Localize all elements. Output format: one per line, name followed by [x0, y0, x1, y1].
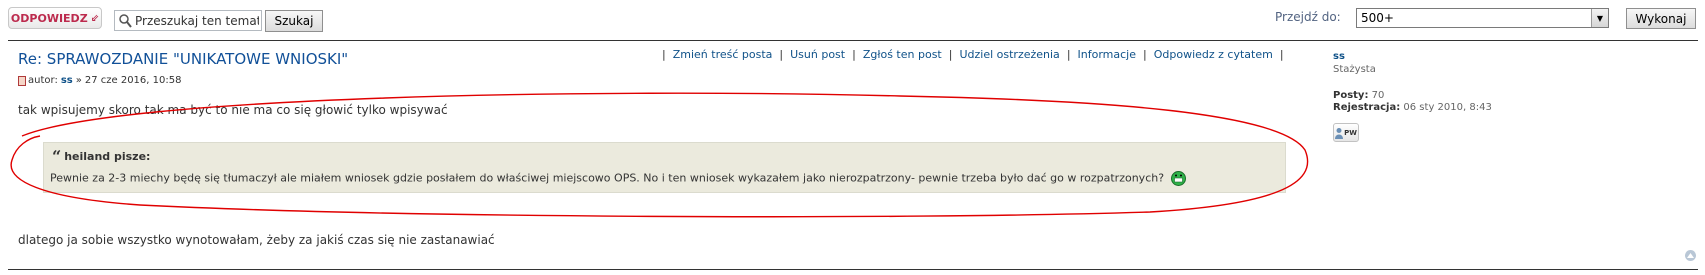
- post-body-text-2: dlatego ja sobie wszystko wynotowałam, ż…: [18, 233, 495, 247]
- quote-block: “ heiland pisze: Pewnie za 2-3 miechy bę…: [43, 142, 1286, 193]
- post-title[interactable]: Re: SPRAWOZDANIE "UNIKATOWE WNIOSKI": [18, 50, 348, 68]
- search-input[interactable]: [133, 13, 261, 28]
- pm-button[interactable]: PW: [1333, 123, 1359, 142]
- quote-reply-link[interactable]: Odpowiedz z cytatem: [1154, 48, 1273, 61]
- report-post-link[interactable]: Zgłoś ten post: [863, 48, 942, 61]
- warn-user-link[interactable]: Udziel ostrzeżenia: [959, 48, 1059, 61]
- top-icon[interactable]: [1685, 250, 1696, 261]
- profile-rank: Stażysta: [1333, 64, 1376, 75]
- jump-label: Przejdź do:: [1275, 10, 1341, 24]
- post-actions: | Zmień treść posta | Usuń post | Zgłoś …: [662, 48, 1284, 61]
- posts-value: 70: [1371, 90, 1385, 101]
- post-meta: autor: ss » 27 cze 2016, 10:58: [18, 75, 181, 86]
- smiley-icon: [1170, 171, 1186, 186]
- divider-top: [8, 40, 1698, 41]
- info-link[interactable]: Informacje: [1078, 48, 1136, 61]
- reply-arrow-icon: ⇙: [90, 12, 100, 24]
- quote-mark-icon: “: [52, 146, 62, 166]
- quote-author: heiland pisze:: [64, 150, 151, 163]
- author-link[interactable]: ss: [61, 75, 73, 86]
- meta-prefix: autor:: [28, 75, 58, 86]
- jump-selected-value: 500+: [1361, 11, 1394, 25]
- delete-post-link[interactable]: Usuń post: [790, 48, 845, 61]
- search-button[interactable]: Szukaj: [265, 10, 323, 32]
- search-box[interactable]: [114, 10, 262, 31]
- posts-label: Posty:: [1333, 90, 1369, 101]
- reply-button[interactable]: ODPOWIEDZ ⇙: [8, 7, 102, 29]
- reply-label: ODPOWIEDZ: [10, 11, 88, 25]
- go-button[interactable]: Wykonaj: [1626, 8, 1696, 29]
- doc-icon[interactable]: [18, 75, 26, 86]
- pm-label: PW: [1344, 128, 1357, 137]
- profile-posts: Posty: 70: [1333, 90, 1384, 101]
- search-icon: [119, 13, 132, 28]
- pm-icon: [1335, 127, 1344, 139]
- quote-text: Pewnie za 2-3 miechy będę się tłumaczył …: [50, 171, 1165, 185]
- quote-text-wrap: Pewnie za 2-3 miechy będę się tłumaczył …: [50, 171, 1186, 186]
- chevron-down-icon[interactable]: ▼: [1591, 9, 1608, 27]
- meta-separator: »: [75, 75, 82, 86]
- quote-cite: “ heiland pisze:: [52, 146, 151, 166]
- divider-bottom: [8, 269, 1698, 270]
- post-date: 27 cze 2016, 10:58: [84, 75, 182, 86]
- edit-post-link[interactable]: Zmień treść posta: [673, 48, 773, 61]
- profile-registration: Rejestracja: 06 sty 2010, 8:43: [1333, 102, 1492, 113]
- jump-select[interactable]: 500+ ▼: [1356, 8, 1609, 28]
- registration-label: Rejestracja:: [1333, 102, 1401, 113]
- post-body-text: tak wpisujemy skoro tak ma być to nie ma…: [18, 103, 448, 117]
- registration-value: 06 sty 2010, 8:43: [1403, 102, 1492, 113]
- profile-username[interactable]: ss: [1333, 51, 1345, 62]
